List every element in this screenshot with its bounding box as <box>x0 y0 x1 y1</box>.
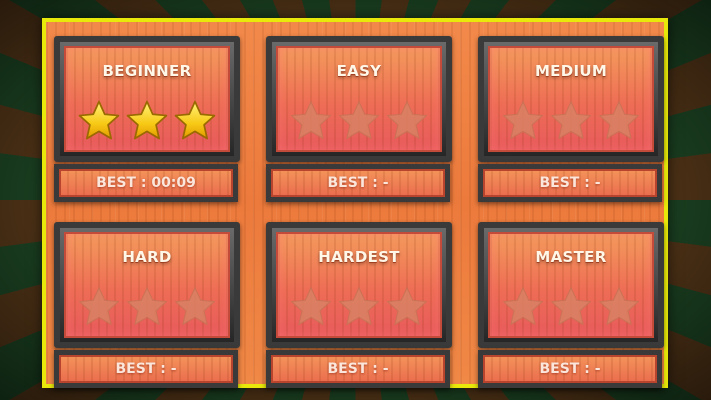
star-empty-icon <box>289 100 333 140</box>
level-card-easy[interactable]: EASY <box>266 36 452 162</box>
star-empty-icon <box>549 286 593 326</box>
level-hard: HARD BEST : - <box>54 222 240 390</box>
level-card-face: MASTER <box>488 232 654 338</box>
best-time-beginner: BEST : 00:09 <box>54 164 238 202</box>
best-time-medium: BEST : - <box>478 164 662 202</box>
level-title: EASY <box>336 62 382 80</box>
star-empty-icon <box>501 100 545 140</box>
level-medium: MEDIUM BEST : - <box>478 36 664 204</box>
star-filled-icon <box>173 100 217 140</box>
best-time-easy: BEST : - <box>266 164 450 202</box>
level-card-face: BEGINNER <box>64 46 230 152</box>
star-filled-icon <box>125 100 169 140</box>
level-card-hardest[interactable]: HARDEST <box>266 222 452 348</box>
star-empty-icon <box>125 286 169 326</box>
star-rating <box>490 100 652 140</box>
level-card-beginner[interactable]: BEGINNER <box>54 36 240 162</box>
level-card-master[interactable]: MASTER <box>478 222 664 348</box>
star-empty-icon <box>77 286 121 326</box>
star-filled-icon <box>77 100 121 140</box>
level-title: MASTER <box>535 248 607 266</box>
best-time-hardest: BEST : - <box>266 350 450 388</box>
star-rating <box>278 100 440 140</box>
level-card-face: EASY <box>276 46 442 152</box>
level-title: MEDIUM <box>534 62 608 80</box>
level-select-board: BEGINNER BEST : 00:09 EASY BEST : - MEDI… <box>42 18 668 388</box>
level-master: MASTER BEST : - <box>478 222 664 390</box>
star-empty-icon <box>597 100 641 140</box>
level-title: HARDEST <box>318 248 400 266</box>
star-rating <box>66 286 228 326</box>
star-empty-icon <box>289 286 333 326</box>
level-card-medium[interactable]: MEDIUM <box>478 36 664 162</box>
level-title: BEGINNER <box>102 62 192 80</box>
level-beginner: BEGINNER BEST : 00:09 <box>54 36 240 204</box>
level-easy: EASY BEST : - <box>266 36 452 204</box>
star-empty-icon <box>337 100 381 140</box>
level-hardest: HARDEST BEST : - <box>266 222 452 390</box>
star-rating <box>490 286 652 326</box>
star-empty-icon <box>385 100 429 140</box>
star-rating <box>278 286 440 326</box>
star-empty-icon <box>337 286 381 326</box>
star-rating <box>66 100 228 140</box>
level-card-face: MEDIUM <box>488 46 654 152</box>
star-empty-icon <box>385 286 429 326</box>
star-empty-icon <box>173 286 217 326</box>
level-card-face: HARDEST <box>276 232 442 338</box>
level-card-face: HARD <box>64 232 230 338</box>
star-empty-icon <box>501 286 545 326</box>
star-empty-icon <box>597 286 641 326</box>
level-card-hard[interactable]: HARD <box>54 222 240 348</box>
best-time-hard: BEST : - <box>54 350 238 388</box>
star-empty-icon <box>549 100 593 140</box>
best-time-master: BEST : - <box>478 350 662 388</box>
level-title: HARD <box>122 248 172 266</box>
